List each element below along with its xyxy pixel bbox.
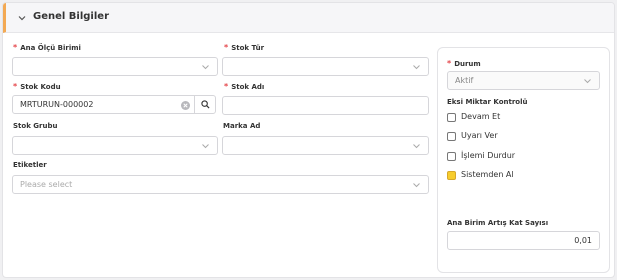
- ana-olcu-birimi-select[interactable]: [12, 57, 218, 76]
- clear-icon[interactable]: [181, 101, 190, 110]
- status-card: * Durum Aktif Eksi Miktar Kontrolü Devam …: [437, 47, 610, 273]
- stok-grubu-select[interactable]: [12, 136, 218, 155]
- chevron-down-icon: [413, 183, 420, 188]
- stok-adi-input[interactable]: [222, 96, 429, 115]
- marka-ad-select[interactable]: [222, 136, 429, 155]
- durum-label: * Durum: [447, 59, 481, 68]
- required-marker: *: [447, 59, 452, 68]
- sistemden-al-checkbox[interactable]: [447, 171, 456, 180]
- stok-adi-label: * Stok Adı: [224, 82, 265, 91]
- uyari-ver-checkbox[interactable]: [447, 132, 456, 141]
- search-icon: [201, 100, 210, 109]
- search-button[interactable]: [194, 95, 216, 114]
- required-marker: *: [224, 82, 229, 91]
- devam-et-label[interactable]: Devam Et: [461, 112, 500, 121]
- islemi-durdur-label[interactable]: İşlemi Durdur: [461, 151, 515, 160]
- required-marker: *: [13, 82, 18, 91]
- stok-grubu-label: Stok Grubu: [13, 122, 58, 130]
- chevron-down-icon[interactable]: [18, 14, 26, 22]
- devam-et-checkbox[interactable]: [447, 113, 456, 122]
- panel-header[interactable]: Genel Bilgiler: [3, 3, 614, 33]
- ana-olcu-birimi-label: * Ana Ölçü Birimi: [13, 43, 81, 52]
- eksi-miktar-label: Eksi Miktar Kontrolü: [447, 98, 528, 106]
- panel-title: Genel Bilgiler: [33, 11, 110, 22]
- stok-tur-select[interactable]: [222, 57, 429, 76]
- sistemden-al-label[interactable]: Sistemden Al: [461, 170, 514, 179]
- islemi-durdur-checkbox[interactable]: [447, 152, 456, 161]
- artis-kat-label: Ana Birim Artış Kat Sayısı: [447, 219, 549, 227]
- artis-kat-input[interactable]: 0,01: [447, 231, 600, 250]
- marka-ad-label: Marka Ad: [223, 122, 261, 130]
- chevron-down-icon: [202, 65, 209, 70]
- chevron-down-icon: [202, 144, 209, 149]
- etiketler-select[interactable]: Please select: [12, 175, 429, 194]
- chevron-down-icon: [413, 65, 420, 70]
- etiketler-label: Etiketler: [13, 161, 47, 169]
- required-marker: *: [13, 43, 18, 52]
- uyari-ver-label[interactable]: Uyarı Ver: [461, 131, 498, 140]
- stok-kodu-input[interactable]: MRTURUN-000002: [12, 95, 195, 114]
- chevron-down-icon: [413, 144, 420, 149]
- chevron-down-icon: [584, 79, 591, 84]
- durum-select[interactable]: Aktif: [447, 71, 600, 90]
- stok-tur-label: * Stok Tür: [224, 43, 265, 52]
- required-marker: *: [224, 43, 229, 52]
- stok-kodu-label: * Stok Kodu: [13, 82, 61, 91]
